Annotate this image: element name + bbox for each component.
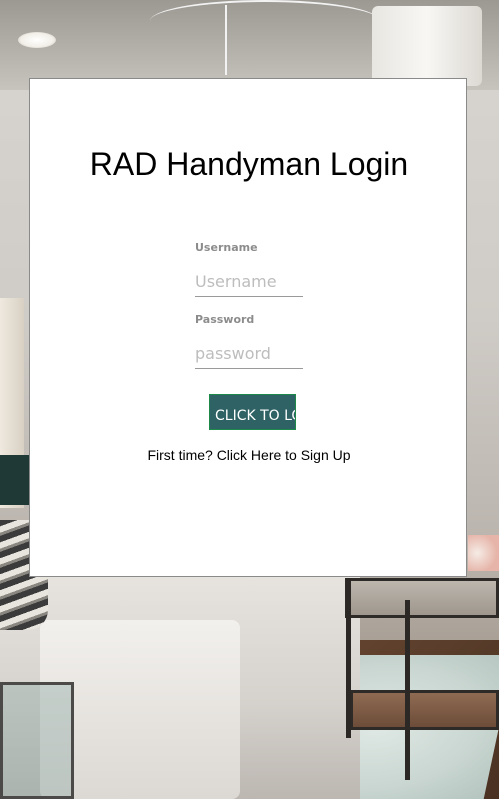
decor-plate bbox=[468, 535, 499, 571]
ceiling-light bbox=[18, 32, 56, 48]
table-leg bbox=[346, 578, 351, 738]
table-leg bbox=[405, 600, 410, 780]
side-table-top bbox=[345, 578, 499, 618]
glass-box bbox=[0, 682, 74, 799]
side-table-shelf bbox=[350, 690, 499, 730]
password-label: Password bbox=[195, 313, 255, 326]
signup-link[interactable]: First time? Click Here to Sign Up bbox=[30, 447, 468, 463]
decor-strip bbox=[0, 455, 30, 505]
page-title: RAD Handyman Login bbox=[89, 146, 409, 182]
lamp-wire bbox=[225, 5, 227, 75]
lamp-shade bbox=[372, 6, 482, 86]
lamp-wire bbox=[150, 0, 380, 42]
login-button[interactable]: CLICK TO LOGIN bbox=[209, 394, 296, 430]
username-input[interactable] bbox=[195, 266, 303, 297]
password-input[interactable] bbox=[195, 338, 303, 369]
username-label: Username bbox=[195, 241, 258, 254]
login-card: RAD Handyman Login Username Password CLI… bbox=[29, 78, 467, 577]
